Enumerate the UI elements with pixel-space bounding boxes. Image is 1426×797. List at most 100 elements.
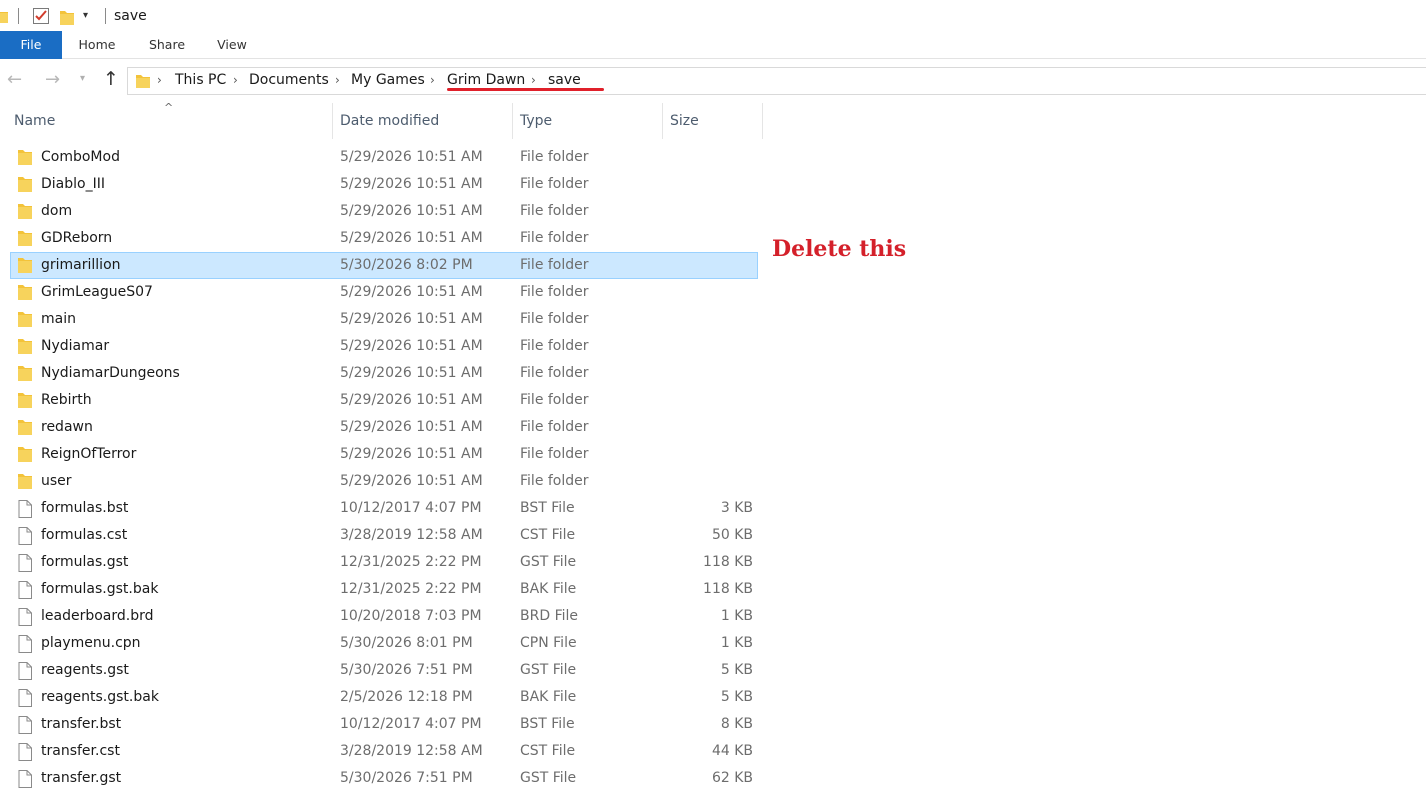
folder-icon (18, 473, 32, 493)
file-size: 5 KB (720, 689, 753, 705)
file-size: 8 KB (720, 716, 753, 732)
file-type: File folder (520, 257, 589, 273)
file-name: formulas.cst (41, 527, 128, 543)
breadcrumb-save[interactable]: save (548, 72, 581, 88)
file-name: formulas.bst (41, 500, 129, 516)
folder-icon (18, 176, 32, 196)
file-type: File folder (520, 338, 589, 354)
chevron-right-icon[interactable]: › (430, 73, 435, 87)
file-type: GST File (520, 770, 577, 786)
file-row[interactable]: reagents.gst 5/30/2026 7:51 PM GST File 5 K… (10, 657, 758, 684)
folder-row[interactable]: GDReborn 5/29/2026 10:51 AM File folder (10, 225, 758, 252)
file-icon (18, 500, 32, 522)
folder-row[interactable]: Rebirth 5/29/2026 10:51 AM File folder (10, 387, 758, 414)
file-type: BST File (520, 500, 575, 516)
file-type: File folder (520, 473, 589, 489)
folder-row[interactable]: GrimLeagueS07 5/29/2026 10:51 AM File fold… (10, 279, 758, 306)
column-divider[interactable] (762, 103, 763, 139)
properties-icon[interactable] (32, 7, 50, 29)
folder-row[interactable]: ReignOfTerror 5/29/2026 10:51 AM File fold… (10, 441, 758, 468)
toolbar-separator (18, 8, 19, 24)
forward-arrow-icon[interactable]: → (45, 69, 60, 90)
column-name-header[interactable]: Name (7, 103, 332, 139)
file-type: File folder (520, 176, 589, 192)
folder-row[interactable]: grimarillion 5/30/2026 8:02 PM File folder (10, 252, 758, 279)
chevron-right-icon[interactable]: › (531, 73, 536, 87)
file-row[interactable]: formulas.gst 12/31/2025 2:22 PM GST File 11… (10, 549, 758, 576)
folder-row[interactable]: user 5/29/2026 10:51 AM File folder (10, 468, 758, 495)
file-row[interactable]: transfer.bst 10/12/2017 4:07 PM BST File 8 … (10, 711, 758, 738)
folder-icon (136, 74, 150, 92)
customize-toolbar-dropdown-icon[interactable]: ▾ (83, 10, 88, 21)
tab-share[interactable]: Share (136, 31, 198, 59)
file-date-modified: 5/29/2026 10:51 AM (340, 446, 483, 462)
folder-row[interactable]: Diablo_III 5/29/2026 10:51 AM File folder (10, 171, 758, 198)
file-name: Diablo_III (41, 176, 105, 192)
back-arrow-icon[interactable]: ← (7, 69, 22, 90)
folder-row[interactable]: NydiamarDungeons 5/29/2026 10:51 AM File f… (10, 360, 758, 387)
file-type: File folder (520, 284, 589, 300)
file-name: user (41, 473, 72, 489)
file-type: GST File (520, 662, 577, 678)
file-row[interactable]: leaderboard.brd 10/20/2018 7:03 PM BRD Fil… (10, 603, 758, 630)
folder-icon (18, 365, 32, 385)
recent-locations-chevron-icon[interactable]: ▾ (80, 73, 85, 84)
file-row[interactable]: transfer.cst 3/28/2019 12:58 AM CST File 44… (10, 738, 758, 765)
file-icon (18, 527, 32, 549)
file-row[interactable]: reagents.gst.bak 2/5/2026 12:18 PM BAK Fil… (10, 684, 758, 711)
folder-row[interactable]: main 5/29/2026 10:51 AM File folder (10, 306, 758, 333)
file-size: 50 KB (711, 527, 753, 543)
chevron-right-icon[interactable]: › (335, 73, 340, 87)
folder-row[interactable]: redawn 5/29/2026 10:51 AM File folder (10, 414, 758, 441)
folder-icon (18, 338, 32, 358)
breadcrumb-my-games[interactable]: My Games (351, 72, 425, 88)
chevron-right-icon[interactable]: › (157, 73, 162, 87)
file-type: File folder (520, 365, 589, 381)
file-type: File folder (520, 419, 589, 435)
file-name: leaderboard.brd (41, 608, 154, 624)
file-type: BAK File (520, 581, 577, 597)
file-type: BST File (520, 716, 575, 732)
file-type: File folder (520, 311, 589, 327)
file-date-modified: 5/30/2026 7:51 PM (340, 770, 473, 786)
file-date-modified: 5/29/2026 10:51 AM (340, 392, 483, 408)
tab-view[interactable]: View (206, 31, 258, 59)
file-name: formulas.gst.bak (41, 581, 159, 597)
file-name: transfer.gst (41, 770, 122, 786)
folder-row[interactable]: ComboMod 5/29/2026 10:51 AM File folder (10, 144, 758, 171)
tab-file[interactable]: File (0, 31, 62, 59)
file-name: NydiamarDungeons (41, 365, 180, 381)
breadcrumb-documents[interactable]: Documents (249, 72, 329, 88)
folder-row[interactable]: Nydiamar 5/29/2026 10:51 AM File folder (10, 333, 758, 360)
file-date-modified: 5/29/2026 10:51 AM (340, 419, 483, 435)
file-name: ComboMod (41, 149, 120, 165)
file-row[interactable]: formulas.cst 3/28/2019 12:58 AM CST File 50… (10, 522, 758, 549)
toolbar-separator (105, 8, 106, 24)
ribbon-tabs: File Home Share View (0, 31, 1426, 59)
address-bar[interactable]: › This PC › Documents › My Games › Grim … (127, 67, 1426, 95)
file-type: File folder (520, 203, 589, 219)
breadcrumb-this-pc[interactable]: This PC (175, 72, 226, 88)
file-size: 1 KB (720, 608, 753, 624)
column-type-header[interactable]: Type (513, 103, 663, 139)
file-size: 118 KB (703, 581, 753, 597)
file-row[interactable]: formulas.bst 10/12/2017 4:07 PM BST File 3 … (10, 495, 758, 522)
up-arrow-icon[interactable]: ↑ (103, 68, 119, 90)
file-type: File folder (520, 149, 589, 165)
folder-icon (18, 446, 32, 466)
file-row[interactable]: transfer.gst 5/30/2026 7:51 PM GST File 62 … (10, 765, 758, 792)
tab-home[interactable]: Home (68, 31, 126, 59)
file-name: reagents.gst (41, 662, 129, 678)
file-row[interactable]: formulas.gst.bak 12/31/2025 2:22 PM BAK Fi… (10, 576, 758, 603)
folder-icon (18, 230, 32, 250)
file-name: dom (41, 203, 73, 219)
column-date-header[interactable]: Date modified (333, 103, 513, 139)
file-date-modified: 5/30/2026 8:02 PM (340, 257, 473, 273)
new-folder-icon[interactable] (60, 9, 74, 29)
column-size-header[interactable]: Size (663, 103, 763, 139)
annotation-text: Delete this (772, 236, 907, 262)
breadcrumb-grim-dawn[interactable]: Grim Dawn (447, 72, 525, 88)
chevron-right-icon[interactable]: › (233, 73, 238, 87)
folder-row[interactable]: dom 5/29/2026 10:51 AM File folder (10, 198, 758, 225)
file-row[interactable]: playmenu.cpn 5/30/2026 8:01 PM CPN File 1 K… (10, 630, 758, 657)
